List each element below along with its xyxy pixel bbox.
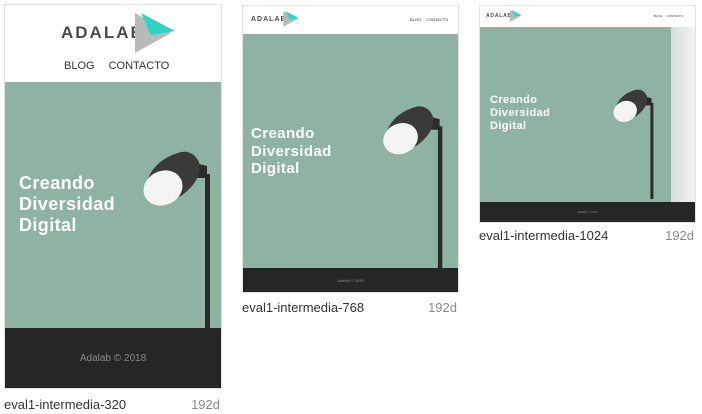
hero-title: Creando Diversidad Digital xyxy=(19,173,116,236)
screenshot-card-320[interactable]: ADALAB BLOG CONTACTO Creando Diversidad … xyxy=(4,4,222,414)
screenshot-age: 192d xyxy=(428,300,457,315)
nav-link-contacto[interactable]: CONTACTO xyxy=(426,17,448,22)
logo: ADALAB xyxy=(251,11,299,27)
lamp-illustration xyxy=(143,151,210,329)
wall-strip xyxy=(671,27,695,202)
footer-copyright: Adalab © 2018 xyxy=(79,352,147,364)
thumbnail-768[interactable]: ADALAB BLOG CONTACTO Creando Diversidad … xyxy=(242,5,459,293)
logo: ADALAB xyxy=(61,13,175,53)
footer-copyright: Adalab © 2018 xyxy=(577,210,598,214)
nav-link-blog[interactable]: BLOG xyxy=(64,60,95,72)
screenshot-name[interactable]: eval1-intermedia-768 xyxy=(242,300,364,315)
nav-link-contacto[interactable]: CONTACTO xyxy=(666,14,683,18)
screenshot-card-1024[interactable]: ADALAB BLOG CONTACTO Creando Diversidad … xyxy=(479,5,696,245)
site-header: ADALAB BLOG CONTACTO xyxy=(243,6,458,34)
screenshot-age: 192d xyxy=(665,228,694,243)
screenshot-card-768[interactable]: ADALAB BLOG CONTACTO Creando Diversidad … xyxy=(242,5,459,317)
thumbnail-320[interactable]: ADALAB BLOG CONTACTO Creando Diversidad … xyxy=(4,4,222,389)
site-footer: Adalab © 2018 xyxy=(243,268,458,292)
hero: Creando Diversidad Digital xyxy=(5,82,221,329)
screenshot-age: 192d xyxy=(191,397,220,412)
site-footer: Adalab © 2018 xyxy=(480,202,695,222)
site-nav: BLOG CONTACTO xyxy=(410,17,448,22)
logo-triangle-icon xyxy=(509,10,522,22)
nav-link-blog[interactable]: BLOG xyxy=(410,17,421,22)
site-header: ADALAB BLOG CONTACTO xyxy=(480,6,695,27)
footer-copyright: Adalab © 2018 xyxy=(337,277,364,283)
site-nav: BLOG CONTACTO xyxy=(64,60,169,72)
logo-triangle-icon xyxy=(134,13,175,53)
thumbnail-1024[interactable]: ADALAB BLOG CONTACTO Creando Diversidad … xyxy=(479,5,696,223)
screenshot-name[interactable]: eval1-intermedia-320 xyxy=(4,397,126,412)
hero: Creando Diversidad Digital xyxy=(480,27,695,202)
logo-triangle-icon xyxy=(282,11,299,27)
lamp-illustration xyxy=(383,106,443,269)
logo: ADALAB xyxy=(486,10,522,22)
screenshot-name[interactable]: eval1-intermedia-1024 xyxy=(479,228,608,243)
site-header: ADALAB BLOG CONTACTO xyxy=(5,5,221,82)
site-nav: BLOG CONTACTO xyxy=(654,14,683,18)
hero: Creando Diversidad Digital xyxy=(243,34,458,270)
lamp-illustration xyxy=(613,89,654,199)
nav-link-blog[interactable]: BLOG xyxy=(654,14,662,18)
hero-title: Creando Diversidad Digital xyxy=(490,94,551,132)
site-footer: Adalab © 2018 xyxy=(5,328,221,388)
hero-title: Creando Diversidad Digital xyxy=(251,125,332,178)
nav-link-contacto[interactable]: CONTACTO xyxy=(109,60,170,72)
